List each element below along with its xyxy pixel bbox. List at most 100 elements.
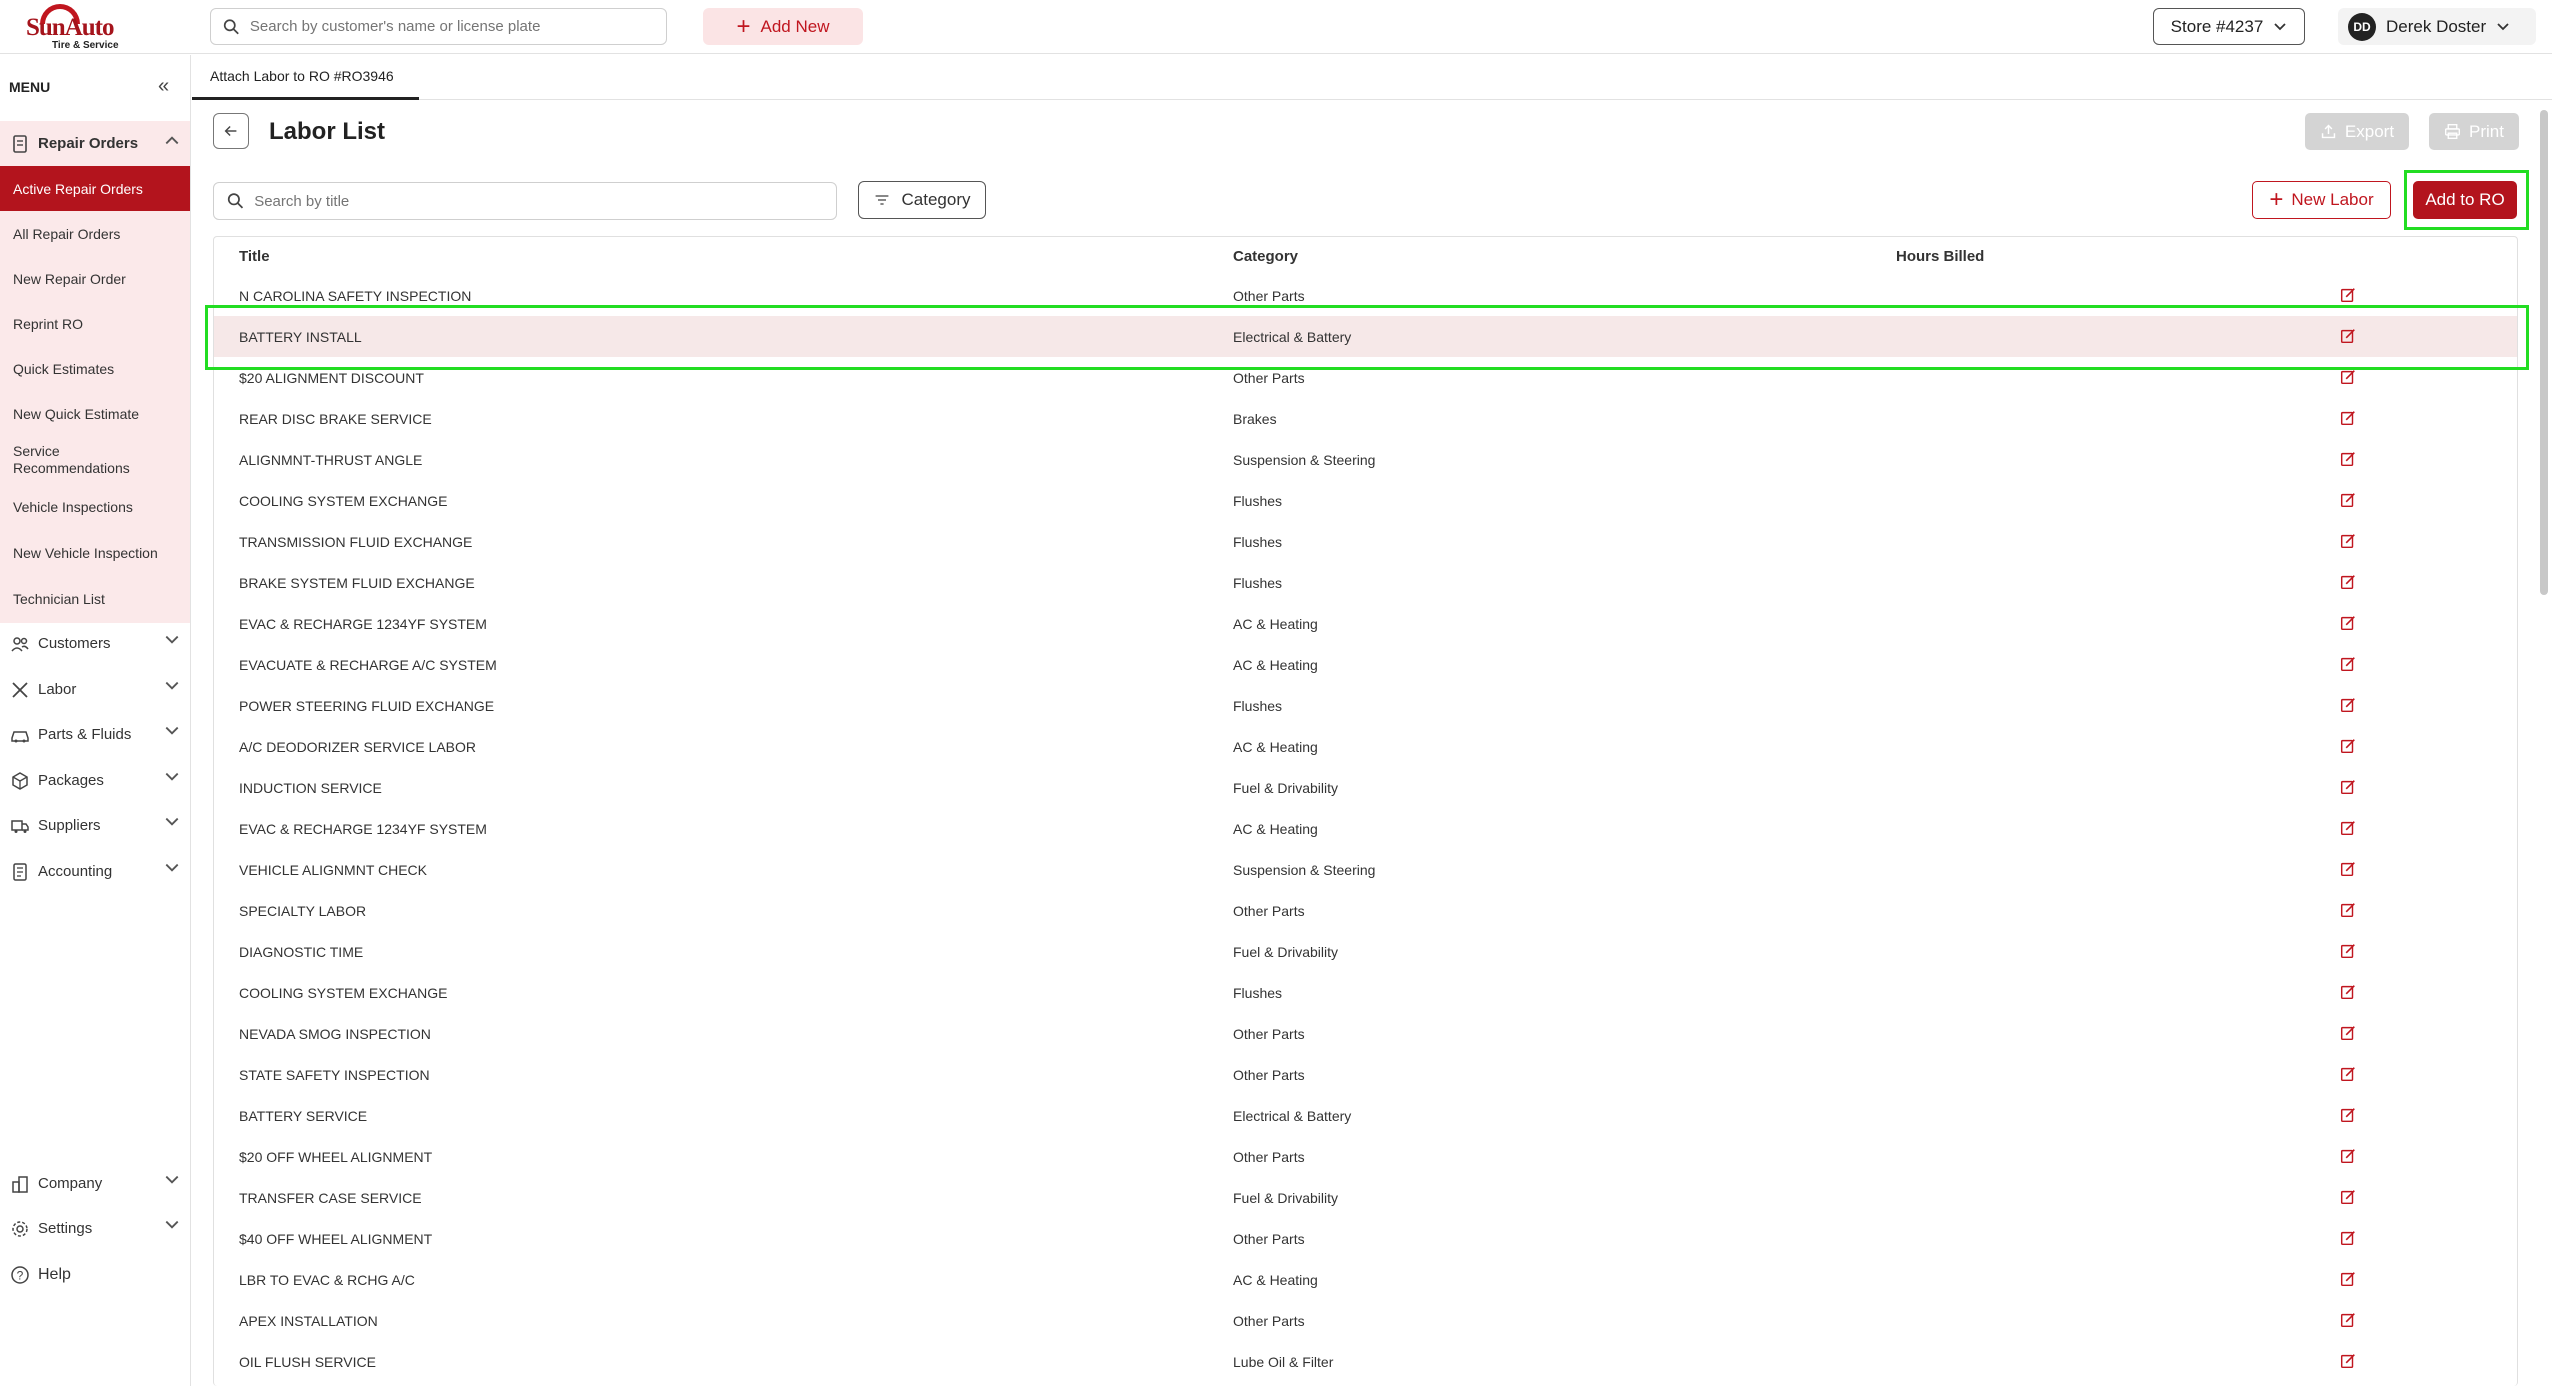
edit-icon[interactable] — [2339, 286, 2357, 304]
title-search-box[interactable] — [213, 182, 837, 220]
edit-icon[interactable] — [2339, 737, 2357, 755]
sidebar-item-vehicle-inspections[interactable]: Vehicle Inspections — [0, 484, 190, 529]
table-row[interactable]: BRAKE SYSTEM FLUID EXCHANGE Flushes — [214, 562, 2517, 603]
global-search-input[interactable] — [249, 18, 666, 35]
tab-attach-labor[interactable]: Attach Labor to RO #RO3946 — [192, 55, 419, 100]
edit-icon[interactable] — [2339, 983, 2357, 1001]
edit-icon[interactable] — [2339, 1106, 2357, 1124]
table-row[interactable]: EVACUATE & RECHARGE A/C SYSTEM AC & Heati… — [214, 644, 2517, 685]
sidebar-group-suppliers[interactable]: Suppliers — [0, 803, 190, 848]
table-row[interactable]: A/C DEODORIZER SERVICE LABOR AC & Heating — [214, 726, 2517, 767]
table-row[interactable]: INDUCTION SERVICE Fuel & Drivability — [214, 767, 2517, 808]
sidebar-item-new-quick-estimate[interactable]: New Quick Estimate — [0, 391, 190, 436]
edit-icon[interactable] — [2339, 1311, 2357, 1329]
table-row[interactable]: BATTERY SERVICE Electrical & Battery — [214, 1095, 2517, 1136]
sidebar-group-parts-fluids[interactable]: Parts & Fluids — [0, 712, 190, 757]
edit-icon[interactable] — [2339, 1188, 2357, 1206]
table-row[interactable]: SPECIALTY LABOR Other Parts — [214, 890, 2517, 931]
table-row[interactable]: TRANSMISSION FLUID EXCHANGE Flushes — [214, 521, 2517, 562]
edit-icon[interactable] — [2339, 860, 2357, 878]
export-button[interactable]: Export — [2305, 113, 2409, 150]
edit-icon[interactable] — [2339, 778, 2357, 796]
edit-icon[interactable] — [2339, 696, 2357, 714]
store-label: Store #4237 — [2170, 16, 2264, 36]
sidebar-item-quick-estimates[interactable]: Quick Estimates — [0, 346, 190, 391]
column-header-title[interactable]: Title — [239, 248, 270, 265]
edit-icon[interactable] — [2339, 532, 2357, 550]
user-menu[interactable]: DD Derek Doster — [2338, 8, 2536, 45]
sidebar-item-new-vehicle-inspection[interactable]: New Vehicle Inspection — [0, 529, 190, 576]
sidebar-item-service-recommendations[interactable]: Service Recommendations — [0, 436, 150, 484]
edit-icon[interactable] — [2339, 1229, 2357, 1247]
sidebar-item-reprint-ro[interactable]: Reprint RO — [0, 301, 190, 346]
back-button[interactable] — [213, 113, 249, 149]
table-row[interactable]: LBR TO EVAC & RCHG A/C AC & Heating — [214, 1259, 2517, 1300]
sidebar-item-active-repair-orders[interactable]: Active Repair Orders — [0, 166, 190, 211]
edit-icon[interactable] — [2339, 1147, 2357, 1165]
edit-icon[interactable] — [2339, 1065, 2357, 1083]
table-row[interactable]: DIAGNOSTIC TIME Fuel & Drivability — [214, 931, 2517, 972]
table-row[interactable]: REAR DISC BRAKE SERVICE Brakes — [214, 398, 2517, 439]
table-row[interactable]: NEVADA SMOG INSPECTION Other Parts — [214, 1013, 2517, 1054]
edit-icon[interactable] — [2339, 614, 2357, 632]
sidebar-group-labor[interactable]: Labor — [0, 667, 190, 712]
edit-icon[interactable] — [2339, 655, 2357, 673]
sidebar-item-all-repair-orders[interactable]: All Repair Orders — [0, 211, 190, 256]
brand-logo[interactable]: SunAuto Tire & Service — [26, 4, 126, 51]
cell-category: Fuel & Drivability — [1233, 1190, 1339, 1206]
category-filter-button[interactable]: Category — [858, 181, 986, 219]
table-row[interactable]: COOLING SYSTEM EXCHANGE Flushes — [214, 972, 2517, 1013]
table-row[interactable]: N CAROLINA SAFETY INSPECTION Other Parts — [214, 275, 2517, 316]
table-row[interactable]: $20 OFF WHEEL ALIGNMENT Other Parts — [214, 1136, 2517, 1177]
cell-category: Flushes — [1233, 575, 1283, 591]
print-button[interactable]: Print — [2429, 113, 2519, 150]
new-labor-button[interactable]: + New Labor — [2252, 181, 2391, 219]
edit-icon[interactable] — [2339, 1270, 2357, 1288]
table-row[interactable]: TRANSFER CASE SERVICE Fuel & Drivability — [214, 1177, 2517, 1218]
sidebar-group-repair-orders[interactable]: Repair Orders — [0, 121, 190, 166]
table-row[interactable]: STATE SAFETY INSPECTION Other Parts — [214, 1054, 2517, 1095]
edit-icon[interactable] — [2339, 409, 2357, 427]
edit-icon[interactable] — [2339, 327, 2357, 345]
edit-icon[interactable] — [2339, 1024, 2357, 1042]
add-to-ro-button[interactable]: Add to RO — [2413, 181, 2517, 219]
table-row[interactable]: $40 OFF WHEEL ALIGNMENT Other Parts — [214, 1218, 2517, 1259]
sidebar-item-technician-list[interactable]: Technician List — [0, 576, 190, 621]
sidebar-group-packages[interactable]: Packages — [0, 758, 190, 803]
edit-icon[interactable] — [2339, 491, 2357, 509]
table-row[interactable]: APEX INSTALLATION Other Parts — [214, 1300, 2517, 1341]
collapse-sidebar-icon[interactable]: « — [158, 75, 169, 98]
edit-icon[interactable] — [2339, 450, 2357, 468]
table-row[interactable]: COOLING SYSTEM EXCHANGE Flushes — [214, 480, 2517, 521]
edit-icon[interactable] — [2339, 819, 2357, 837]
scrollbar-thumb[interactable] — [2540, 110, 2548, 595]
sidebar-group-customers[interactable]: Customers — [0, 621, 190, 666]
sidebar-help[interactable]: ? Help — [0, 1252, 190, 1297]
scrollbar[interactable] — [2540, 100, 2548, 1386]
table-row[interactable]: $20 ALIGNMENT DISCOUNT Other Parts — [214, 357, 2517, 398]
table-row[interactable]: EVAC & RECHARGE 1234YF SYSTEM AC & Heatin… — [214, 808, 2517, 849]
store-select[interactable]: Store #4237 — [2153, 8, 2305, 45]
edit-icon[interactable] — [2339, 901, 2357, 919]
sidebar-group-company[interactable]: Company — [0, 1161, 190, 1206]
edit-icon[interactable] — [2339, 1352, 2357, 1370]
table-row[interactable]: VEHICLE ALIGNMNT CHECK Suspension & Steer… — [214, 849, 2517, 890]
global-search-box[interactable] — [210, 8, 667, 45]
title-search-input[interactable] — [254, 192, 836, 210]
chevron-down-icon — [165, 681, 179, 690]
table-row[interactable]: OIL FLUSH SERVICE Lube Oil & Filter — [214, 1341, 2517, 1382]
cell-category: Brakes — [1233, 411, 1277, 427]
edit-icon[interactable] — [2339, 942, 2357, 960]
table-row[interactable]: ALIGNMNT-THRUST ANGLE Suspension & Steeri… — [214, 439, 2517, 480]
table-row[interactable]: POWER STEERING FLUID EXCHANGE Flushes — [214, 685, 2517, 726]
edit-icon[interactable] — [2339, 368, 2357, 386]
sidebar-group-settings[interactable]: Settings — [0, 1206, 190, 1251]
column-header-category[interactable]: Category — [1233, 248, 1298, 265]
column-header-hours-billed[interactable]: Hours Billed — [1896, 248, 1984, 265]
table-row[interactable]: BATTERY INSTALL Electrical & Battery — [214, 316, 2517, 357]
table-row[interactable]: EVAC & RECHARGE 1234YF SYSTEM AC & Heatin… — [214, 603, 2517, 644]
sidebar-item-new-repair-order[interactable]: New Repair Order — [0, 256, 190, 301]
add-new-button[interactable]: + Add New — [703, 8, 863, 45]
sidebar-group-accounting[interactable]: Accounting — [0, 849, 190, 894]
edit-icon[interactable] — [2339, 573, 2357, 591]
